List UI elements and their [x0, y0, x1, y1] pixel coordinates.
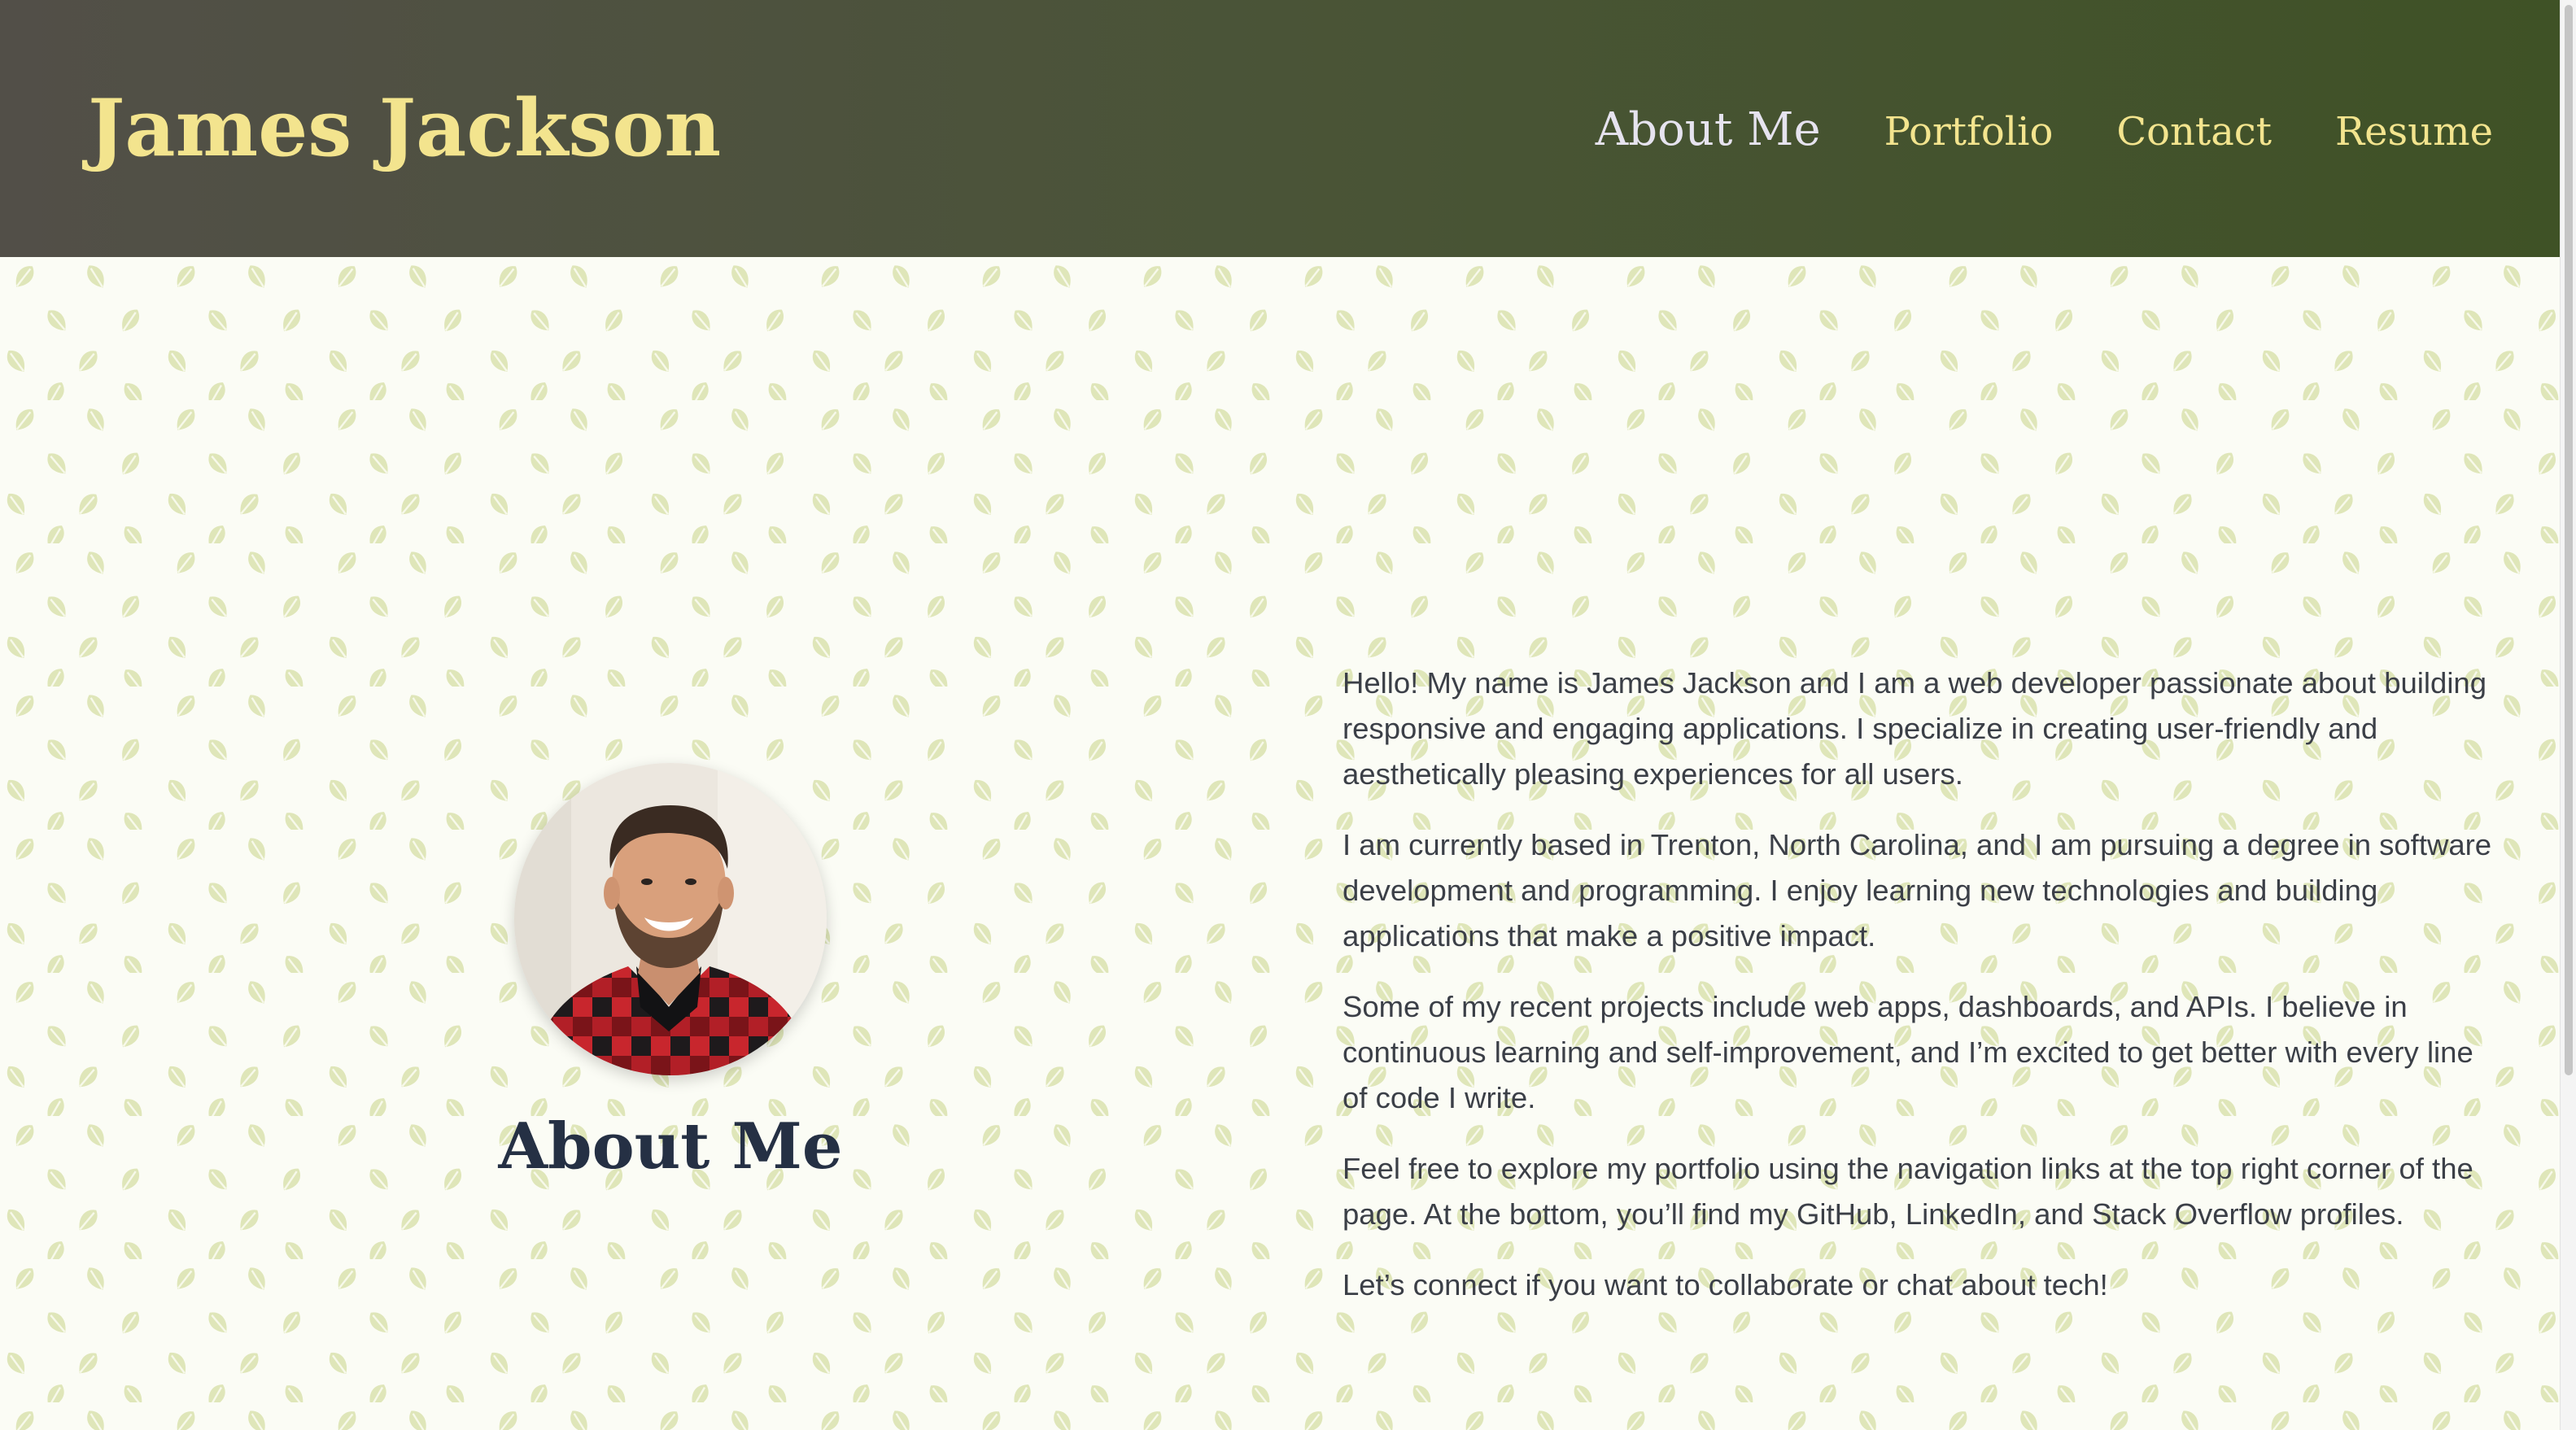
page: James Jackson About Me Portfolio Contact… [0, 0, 2560, 1430]
bio-paragraph: I am currently based in Trenton, North C… [1343, 828, 2492, 953]
nav-link-portfolio[interactable]: Portfolio [1884, 93, 2054, 171]
nav-link-contact[interactable]: Contact [2116, 93, 2272, 171]
bio-paragraph: Let’s connect if you want to collaborate… [1343, 1268, 2108, 1301]
profile-photo-illustration [514, 763, 827, 1075]
profile-photo [514, 763, 827, 1075]
main-nav: About Me Portfolio Contact Resume [1596, 91, 2493, 171]
nav-link-about-me[interactable]: About Me [1596, 91, 1821, 169]
bio-paragraph: Hello! My name is James Jackson and I am… [1343, 666, 2487, 791]
nav-link-resume[interactable]: Resume [2335, 93, 2493, 171]
scrollbar-thumb[interactable] [2565, 5, 2573, 1075]
bio-paragraph: Some of my recent projects include web a… [1343, 990, 2473, 1114]
vertical-scrollbar[interactable] [2560, 0, 2576, 1430]
site-title[interactable]: James Jackson [88, 72, 721, 185]
bio-section: Hello! My name is James Jackson and I am… [1343, 661, 2506, 1333]
bio-paragraph: Feel free to explore my portfolio using … [1343, 1152, 2473, 1231]
about-heading: About Me [498, 1110, 843, 1184]
site-header: James Jackson About Me Portfolio Contact… [0, 0, 2560, 257]
